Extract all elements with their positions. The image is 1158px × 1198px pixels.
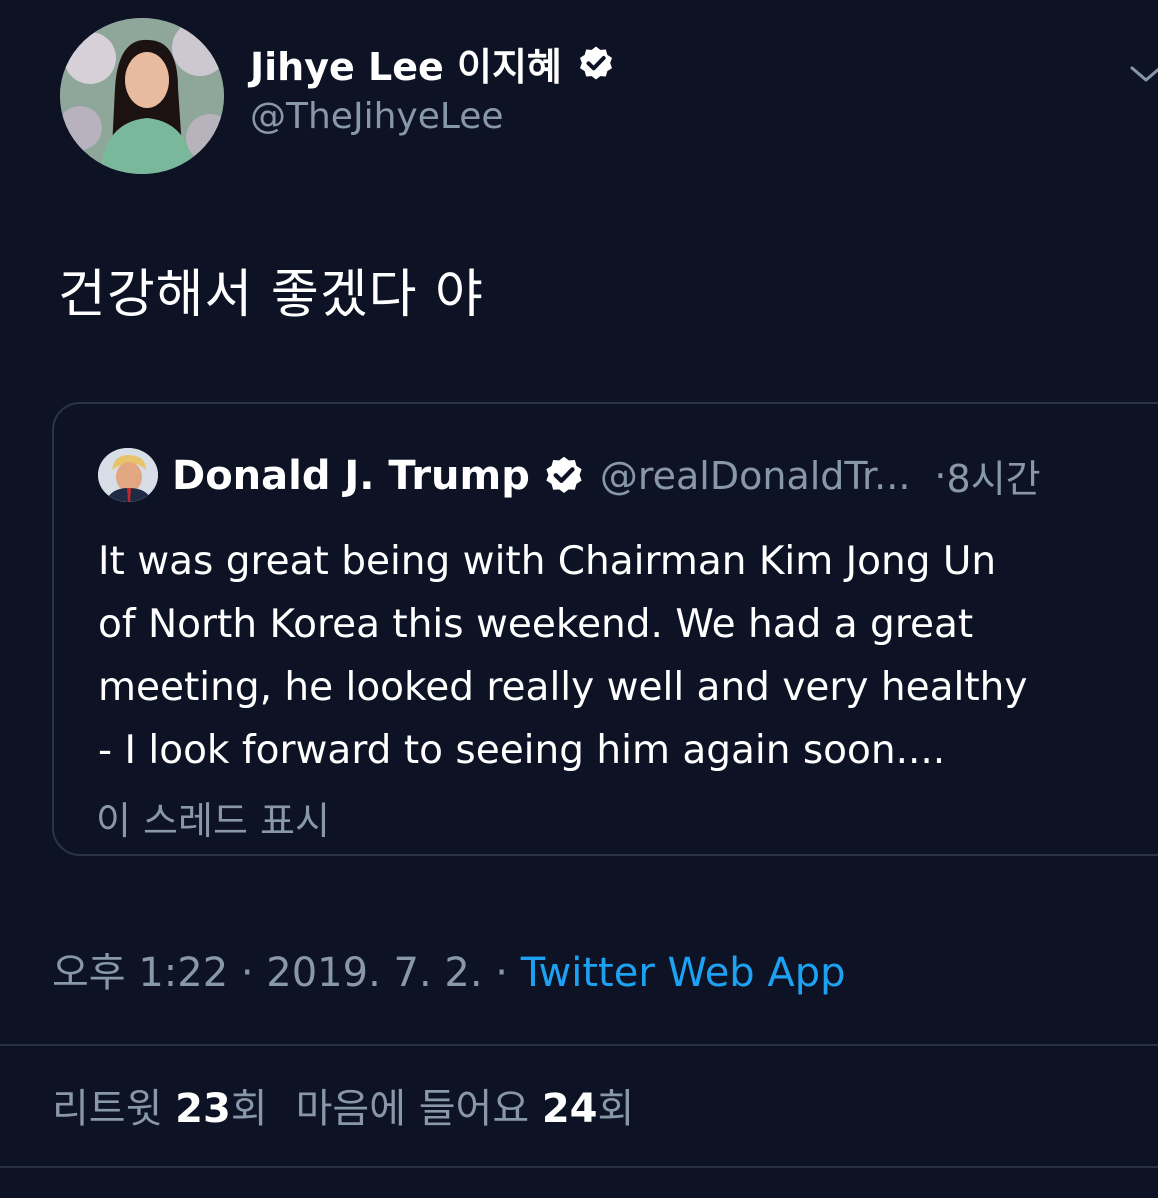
- tweet-meta: 오후 1:22 · 2019. 7. 2. · Twitter Web App: [52, 940, 846, 998]
- author-avatar-image: [60, 18, 224, 174]
- author-name[interactable]: Jihye Lee 이지혜: [250, 36, 616, 91]
- quoted-author-avatar-image: [98, 448, 158, 502]
- quoted-author-name[interactable]: Donald J. Trump: [172, 453, 530, 499]
- quoted-tweet-line: meeting, he looked really well and very …: [98, 665, 1028, 710]
- tweet-text: 건강해서 좋겠다 야: [58, 265, 484, 325]
- retweets-count: 23: [175, 1086, 231, 1132]
- quoted-tweet-header: Donald J. Trump @realDonaldTr... · 8시간: [172, 448, 1041, 503]
- show-thread-link[interactable]: 이 스레드 표시: [96, 790, 330, 845]
- likes-label: 마음에 들어요: [295, 1086, 530, 1132]
- quoted-author-handle[interactable]: @realDonaldTr...: [600, 454, 911, 498]
- quoted-tweet-line: It was great being with Chairman Kim Jon…: [98, 539, 997, 584]
- chevron-down-icon[interactable]: [1128, 64, 1158, 84]
- verified-badge-icon: [579, 46, 612, 79]
- divider: [0, 1166, 1158, 1168]
- quoted-tweet-line: of North Korea this weekend. We had a gr…: [98, 602, 974, 647]
- divider: [0, 1044, 1158, 1046]
- tweet-source-link[interactable]: Twitter Web App: [521, 950, 846, 996]
- tweet-timestamp[interactable]: 오후 1:22 · 2019. 7. 2. ·: [52, 950, 521, 996]
- quoted-tweet-text: It was great being with Chairman Kim Jon…: [98, 530, 1128, 782]
- author-handle[interactable]: @TheJihyeLee: [250, 96, 504, 137]
- quoted-author-avatar: [98, 448, 158, 502]
- likes-suffix: 회: [597, 1086, 635, 1132]
- quoted-time-separator: ·: [934, 453, 947, 498]
- tweet-stats: 리트윗 23회 마음에 들어요 24회: [52, 1076, 634, 1134]
- verified-badge-icon: [546, 456, 582, 493]
- retweets-suffix: 회: [230, 1086, 268, 1132]
- author-avatar[interactable]: [60, 18, 224, 174]
- quoted-tweet-line: - I look forward to seeing him again soo…: [98, 728, 946, 773]
- author-name-text: Jihye Lee 이지혜: [250, 45, 562, 89]
- likes-stat[interactable]: 마음에 들어요 24회: [296, 1086, 635, 1132]
- retweets-stat[interactable]: 리트윗 23회: [52, 1086, 268, 1132]
- likes-count: 24: [541, 1086, 598, 1132]
- retweets-label: 리트윗: [52, 1086, 163, 1132]
- quoted-tweet-time[interactable]: 8시간: [947, 448, 1041, 503]
